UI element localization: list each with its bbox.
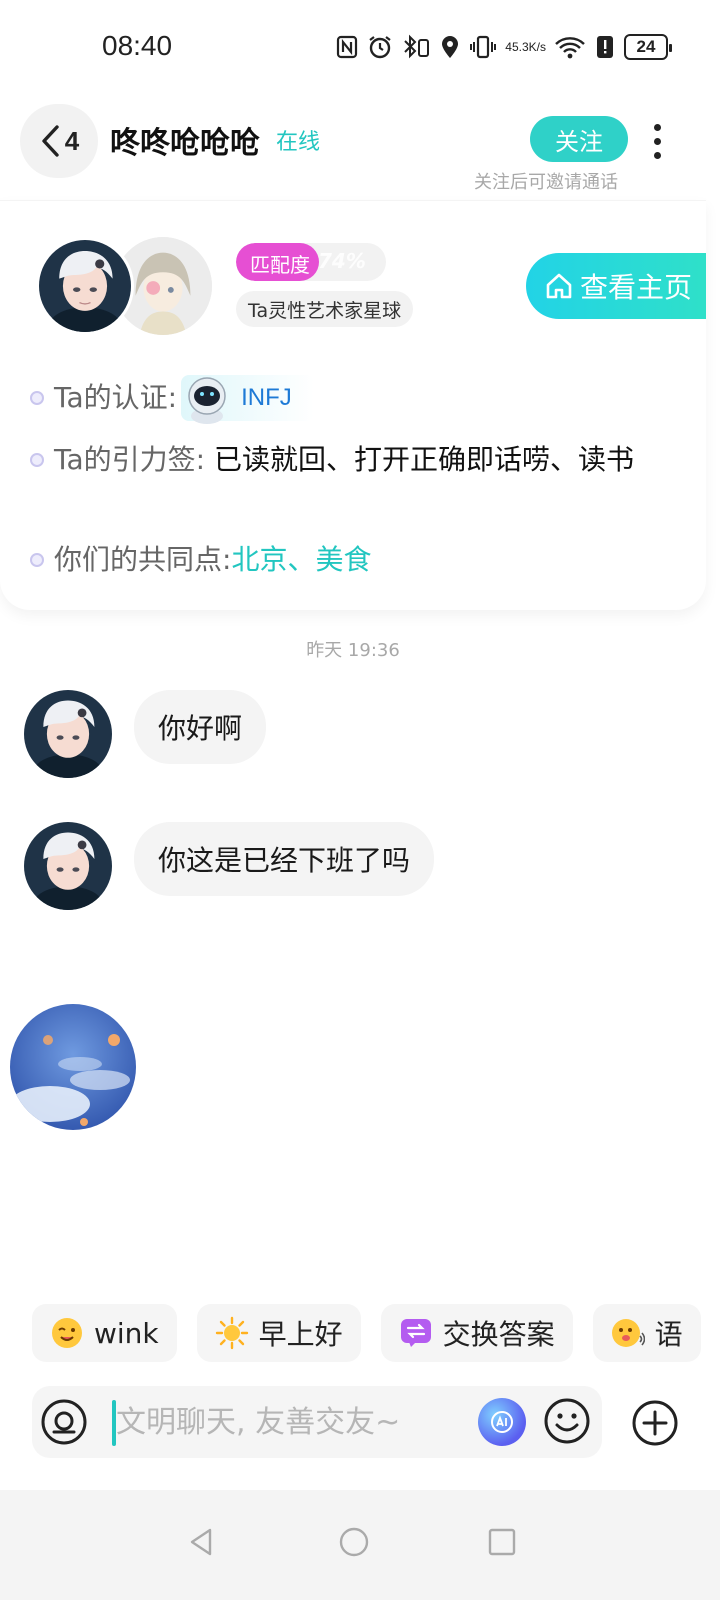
- quick-reply-label: 交换答案: [442, 1318, 555, 1351]
- wink-emoji-icon: [52, 1318, 82, 1348]
- common-row: 你们的共同点: 北京、美食: [30, 537, 371, 583]
- battery-icon: 24: [624, 34, 672, 60]
- more-dot-icon: [653, 123, 661, 131]
- vibrate-icon: [469, 32, 497, 62]
- match-value: 74%: [318, 249, 366, 273]
- home-icon: [546, 273, 572, 299]
- nav-back-button[interactable]: [172, 1512, 232, 1572]
- net-speed-unit: K/s: [528, 40, 546, 54]
- mbti-value: INFJ: [241, 384, 292, 411]
- exchange-icon: [400, 1319, 431, 1347]
- tags-row: Ta的引力签: 已读就回、打开正确即话唠、读书: [30, 437, 680, 483]
- message-row: 你好啊: [24, 690, 267, 778]
- nav-home-button[interactable]: [324, 1512, 384, 1572]
- voice-input-icon[interactable]: [40, 1398, 88, 1446]
- sun-icon: [215, 1316, 248, 1350]
- tags-text: Ta的引力签: 已读就回、打开正确即话唠、读书: [54, 437, 680, 483]
- quick-reply-exchange-answers[interactable]: 交换答案: [380, 1304, 573, 1362]
- follow-hint: 关注后可邀请通话: [474, 172, 618, 193]
- sender-avatar[interactable]: [24, 690, 112, 778]
- common-label: 你们的共同点:: [54, 543, 232, 576]
- chat-header: 4 咚咚呛呛呛 在线 关注 关注后可邀请通话: [0, 96, 720, 196]
- match-label: 匹配度: [250, 253, 310, 277]
- quick-reply-label: 早上好: [258, 1318, 343, 1351]
- online-status: 在线: [276, 130, 321, 155]
- mbti-badge[interactable]: INFJ: [181, 375, 314, 424]
- wifi-icon: [554, 32, 586, 62]
- quick-reply-label: 语: [654, 1318, 683, 1351]
- message-bubble[interactable]: 你这是已经下班了吗: [134, 822, 435, 896]
- square-recents-icon: [488, 1528, 516, 1556]
- message-row: 你这是已经下班了吗: [24, 822, 435, 910]
- tags-label: Ta的引力签:: [54, 443, 206, 476]
- net-speed-value: 45.3: [505, 40, 529, 54]
- quick-reply-good-morning[interactable]: 早上好: [196, 1304, 361, 1362]
- quick-reply-label: wink: [94, 1316, 159, 1350]
- quick-reply-wink[interactable]: wink: [32, 1304, 177, 1362]
- tags-value: 已读就回、打开正确即话唠、读书: [213, 443, 634, 476]
- astronaut-icon: [188, 377, 226, 424]
- chat-timestamp: 昨天 19:36: [306, 640, 400, 661]
- message-input[interactable]: [116, 1398, 486, 1446]
- circle-home-icon: [339, 1527, 369, 1557]
- chat-username[interactable]: 咚咚呛呛呛: [110, 118, 260, 162]
- emoji-icon[interactable]: [542, 1396, 592, 1446]
- status-icons: 45.3 K/s 24: [335, 32, 672, 62]
- alert-icon: [594, 32, 616, 62]
- more-dot-icon: [653, 137, 661, 145]
- add-attachment-icon[interactable]: [630, 1398, 680, 1448]
- match-score-pill: 匹配度 74%: [236, 243, 386, 281]
- profile-card: 匹配度 74% Ta灵性艺术家星球 查看主页 Ta的认证: INFJ Ta的引力…: [0, 200, 706, 610]
- certification-row: Ta的认证: INFJ: [30, 375, 314, 424]
- certification-label: Ta的认证:: [54, 381, 178, 414]
- sender-avatar[interactable]: [24, 822, 112, 910]
- view-homepage-label: 查看主页: [580, 271, 693, 304]
- message-input-bar: [32, 1386, 602, 1458]
- ai-assistant-button[interactable]: [478, 1398, 526, 1446]
- common-value: 北京、美食: [231, 543, 372, 576]
- quick-reply-voice[interactable]: 语: [592, 1304, 701, 1362]
- alarm-icon: [367, 32, 393, 62]
- follow-button[interactable]: 关注: [530, 116, 628, 162]
- more-options-button[interactable]: [640, 118, 674, 164]
- voice-emoji-icon: [611, 1319, 645, 1347]
- message-bubble[interactable]: 你好啊: [134, 690, 267, 764]
- more-dot-icon: [653, 151, 661, 159]
- bluetooth-icon: [401, 32, 431, 62]
- planet-tag[interactable]: Ta灵性艺术家星球: [236, 291, 414, 327]
- view-homepage-button[interactable]: 查看主页: [526, 253, 706, 319]
- status-time: 08:40: [102, 30, 173, 61]
- status-bar: 08:40 45.3 K/s 24: [0, 0, 720, 96]
- partner-avatar[interactable]: [36, 237, 134, 335]
- back-button[interactable]: 4: [20, 104, 98, 178]
- nav-recents-button[interactable]: [472, 1512, 532, 1572]
- bullet-dot: [30, 453, 44, 467]
- ai-icon: [491, 1411, 513, 1433]
- chevron-left-icon: [42, 125, 59, 157]
- triangle-back-icon: [190, 1528, 212, 1556]
- nfc-icon: [335, 32, 359, 62]
- quick-replies: wink 早上好 交换答案 语: [32, 1304, 701, 1362]
- bullet-dot: [30, 391, 44, 405]
- location-icon: [439, 32, 461, 62]
- unread-count: 4: [64, 125, 80, 156]
- system-nav-bar: [0, 1490, 720, 1600]
- self-avatar[interactable]: [10, 1004, 136, 1130]
- bullet-dot: [30, 553, 44, 567]
- net-speed: 45.3 K/s: [505, 32, 546, 62]
